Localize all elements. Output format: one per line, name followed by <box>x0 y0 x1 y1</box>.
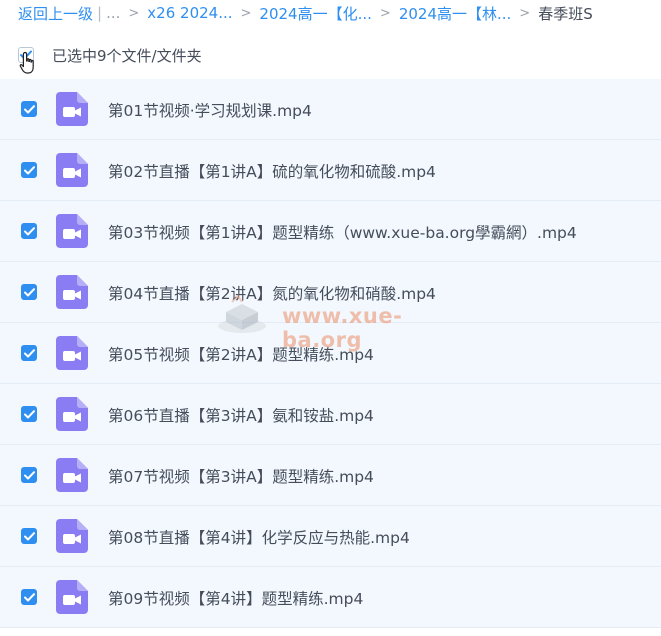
file-checkbox[interactable] <box>21 528 37 544</box>
file-row[interactable]: 第02节直播【第1讲A】硫的氧化物和硫酸.mp4 <box>0 140 661 201</box>
file-name[interactable]: 第03节视频【第1讲A】题型精练（www.xue-ba.org學霸網）.mp4 <box>108 221 577 243</box>
video-file-icon <box>56 92 88 126</box>
breadcrumb-item[interactable]: x26 2024... <box>147 4 232 22</box>
check-icon <box>23 226 35 235</box>
file-row[interactable]: 第03节视频【第1讲A】题型精练（www.xue-ba.org學霸網）.mp4 <box>0 201 661 262</box>
video-file-icon <box>56 397 88 431</box>
file-name[interactable]: 第08节直播【第4讲】化学反应与热能.mp4 <box>108 526 410 548</box>
breadcrumb-separator-icon: > <box>379 5 391 21</box>
file-row[interactable]: 第07节视频【第3讲A】题型精练.mp4 <box>0 445 661 506</box>
breadcrumb: 返回上一级 | ... > x26 2024... > 2024高一【化... … <box>18 2 593 24</box>
file-name[interactable]: 第04节直播【第2讲A】氮的氧化物和硝酸.mp4 <box>108 282 436 304</box>
check-icon <box>23 287 35 296</box>
file-checkbox[interactable] <box>21 101 37 117</box>
breadcrumb-current: 春季班S <box>538 4 593 23</box>
video-file-icon <box>56 275 88 309</box>
file-row[interactable]: 第01节视频·学习规划课.mp4 <box>0 79 661 140</box>
file-checkbox[interactable] <box>21 284 37 300</box>
file-row[interactable]: 第09节视频【第4讲】题型精练.mp4 <box>0 567 661 628</box>
file-name[interactable]: 第06节直播【第3讲A】氨和铵盐.mp4 <box>108 404 374 426</box>
selection-bar: 已选中9个文件/文件夹 <box>18 42 202 68</box>
video-file-icon <box>56 153 88 187</box>
check-icon <box>23 348 35 357</box>
video-file-icon <box>56 336 88 370</box>
video-file-icon <box>56 519 88 553</box>
file-row[interactable]: 第06节直播【第3讲A】氨和铵盐.mp4 <box>0 384 661 445</box>
file-row[interactable]: 第08节直播【第4讲】化学反应与热能.mp4 <box>0 506 661 567</box>
file-name[interactable]: 第02节直播【第1讲A】硫的氧化物和硫酸.mp4 <box>108 160 436 182</box>
video-file-icon <box>56 458 88 492</box>
check-icon <box>23 104 35 113</box>
file-checkbox[interactable] <box>21 223 37 239</box>
breadcrumb-ellipsis[interactable]: ... <box>106 4 120 22</box>
check-icon <box>23 470 35 479</box>
file-checkbox[interactable] <box>21 345 37 361</box>
check-icon <box>23 531 35 540</box>
video-file-icon <box>56 580 88 614</box>
file-row[interactable]: 第04节直播【第2讲A】氮的氧化物和硝酸.mp4 <box>0 262 661 323</box>
file-name[interactable]: 第05节视频【第2讲A】题型精练.mp4 <box>108 343 374 365</box>
file-checkbox[interactable] <box>21 406 37 422</box>
selection-count-text: 已选中9个文件/文件夹 <box>52 46 202 65</box>
file-name[interactable]: 第01节视频·学习规划课.mp4 <box>108 99 312 121</box>
file-manager-page: 返回上一级 | ... > x26 2024... > 2024高一【化... … <box>0 0 661 636</box>
back-link[interactable]: 返回上一级 <box>18 3 93 24</box>
file-name[interactable]: 第09节视频【第4讲】题型精练.mp4 <box>108 587 363 609</box>
breadcrumb-divider: | <box>97 4 103 22</box>
check-icon <box>23 592 35 601</box>
check-icon <box>23 409 35 418</box>
breadcrumb-separator-icon: > <box>519 5 531 21</box>
file-row[interactable]: 第05节视频【第2讲A】题型精练.mp4 <box>0 323 661 384</box>
file-list: 第01节视频·学习规划课.mp4 第02节直播【第1讲A】硫的氧化物和硫酸.mp4… <box>0 79 661 628</box>
breadcrumb-item[interactable]: 2024高一【化... <box>259 3 371 24</box>
video-file-icon <box>56 214 88 248</box>
file-checkbox[interactable] <box>21 467 37 483</box>
file-checkbox[interactable] <box>21 162 37 178</box>
check-icon <box>23 165 35 174</box>
breadcrumb-separator-icon: > <box>240 5 252 21</box>
breadcrumb-separator-icon: > <box>128 5 140 21</box>
breadcrumb-item[interactable]: 2024高一【林... <box>399 3 511 24</box>
file-name[interactable]: 第07节视频【第3讲A】题型精练.mp4 <box>108 465 374 487</box>
file-checkbox[interactable] <box>21 589 37 605</box>
hand-pointer-cursor-icon <box>19 51 34 74</box>
